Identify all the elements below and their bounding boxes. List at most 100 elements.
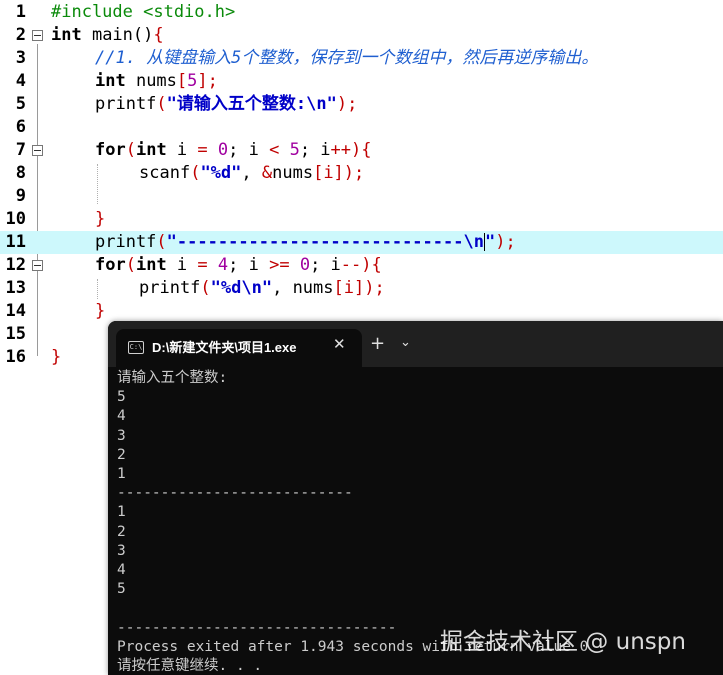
identifier: i xyxy=(166,140,198,160)
code-text: ; i xyxy=(299,140,331,160)
operator: & xyxy=(261,163,273,183)
paren: ( xyxy=(125,255,136,275)
indent-guide xyxy=(97,164,98,204)
terminal-icon: C:\ xyxy=(128,341,144,354)
function-call: scanf xyxy=(139,163,191,183)
brace: } xyxy=(95,301,106,321)
number-literal: 0 xyxy=(289,255,311,275)
keyword: int xyxy=(95,71,126,91)
code-line-9[interactable]: 9 xyxy=(0,185,723,208)
code-line-14[interactable]: 14 } xyxy=(0,300,723,323)
terminal-tab-bar: C:\ D:\新建文件夹\项目1.exe ✕ + ⌄ xyxy=(108,321,723,367)
string-literal: "请输入五个整数:\n" xyxy=(166,94,337,114)
string-literal: "%d\n" xyxy=(210,278,273,298)
line-number: 8 xyxy=(15,163,26,183)
line-number: 2 xyxy=(15,25,26,45)
function-signature: main() xyxy=(81,25,154,45)
number-literal: 4 xyxy=(207,255,229,275)
line-number: 1 xyxy=(15,2,26,22)
code-text: , nums xyxy=(272,278,334,298)
line-number: 12 xyxy=(5,255,26,275)
code-text: , xyxy=(241,163,262,183)
function-call: printf xyxy=(95,94,157,114)
paren: ( xyxy=(190,163,201,183)
bracket: [i]); xyxy=(313,163,365,183)
line-number: 14 xyxy=(5,301,26,321)
fold-minus-icon[interactable] xyxy=(32,145,43,156)
operator: >= xyxy=(269,255,290,275)
brace: } xyxy=(95,209,106,229)
operator: ++ xyxy=(330,140,352,160)
chevron-down-icon[interactable]: ⌄ xyxy=(400,335,411,350)
code-line-5[interactable]: 5 printf("请输入五个整数:\n"); xyxy=(0,93,723,116)
code-line-11-current[interactable]: 11 printf("----------------------------\… xyxy=(0,231,723,254)
new-tab-button[interactable]: + xyxy=(370,333,385,354)
comment: //1. 从键盘输入5个整数，保存到一个数组中，然后再逆序输出。 xyxy=(95,48,599,68)
brace: ){ xyxy=(351,140,372,160)
line-number: 15 xyxy=(5,324,26,344)
line-number: 3 xyxy=(15,48,26,68)
line-number: 9 xyxy=(15,186,26,206)
paren: ); xyxy=(336,94,358,114)
number-literal: 5 xyxy=(279,140,300,160)
terminal-tab[interactable]: C:\ D:\新建文件夹\项目1.exe ✕ xyxy=(116,329,362,367)
number-literal: 5 xyxy=(187,71,198,91)
paren: ( xyxy=(156,94,167,114)
line-number: 4 xyxy=(15,71,26,91)
line-number: 5 xyxy=(15,94,26,114)
identifier: i xyxy=(166,255,198,275)
operator: -- xyxy=(340,255,362,275)
code-line-4[interactable]: 4 int nums[5]; xyxy=(0,70,723,93)
line-number: 16 xyxy=(5,347,26,367)
keyword: for xyxy=(95,140,126,160)
code-line-7[interactable]: 7 for(int i = 0; i < 5; i++){ xyxy=(0,139,723,162)
code-text: ; i xyxy=(228,255,270,275)
close-icon[interactable]: ✕ xyxy=(333,335,346,353)
keyword: int xyxy=(51,25,82,45)
code-line-13[interactable]: 13 printf("%d\n", nums[i]); xyxy=(0,277,723,300)
code-line-3[interactable]: 3 //1. 从键盘输入5个整数，保存到一个数组中，然后再逆序输出。 xyxy=(0,47,723,70)
code-line-10[interactable]: 10 } xyxy=(0,208,723,231)
brace: { xyxy=(153,25,164,45)
keyword: int xyxy=(135,255,167,275)
function-call: printf xyxy=(139,278,201,298)
code-line-2[interactable]: 2 int main(){ xyxy=(0,24,723,47)
fold-minus-icon[interactable] xyxy=(32,30,43,41)
code-line-8[interactable]: 8 scanf("%d", &nums[i]); xyxy=(0,162,723,185)
line-number: 13 xyxy=(5,278,26,298)
number-literal: 0 xyxy=(207,140,229,160)
line-number: 6 xyxy=(15,117,26,137)
paren: ( xyxy=(125,140,136,160)
bracket: [i]); xyxy=(333,278,385,298)
identifier: nums xyxy=(272,163,314,183)
function-call: printf xyxy=(95,232,157,252)
paren: ( xyxy=(156,232,167,252)
string-literal: "----------------------------\n xyxy=(166,232,484,252)
string-literal: "%d" xyxy=(200,163,242,183)
preprocessor-directive: #include <stdio.h> xyxy=(51,2,236,22)
bracket: ]; xyxy=(197,71,218,91)
operator: < xyxy=(269,140,280,160)
watermark: 掘金技术社区 @ unspn xyxy=(440,629,686,655)
operator: = xyxy=(197,140,208,160)
code-line-6[interactable]: 6 xyxy=(0,116,723,139)
code-line-1[interactable]: 1 #include <stdio.h> xyxy=(0,1,723,24)
line-number: 10 xyxy=(5,209,26,229)
code-text: ; i xyxy=(310,255,341,275)
line-number: 11 xyxy=(5,232,26,252)
brace: } xyxy=(51,347,62,367)
tab-title: D:\新建文件夹\项目1.exe xyxy=(152,340,297,355)
indent-guide xyxy=(97,279,98,299)
bracket: [ xyxy=(176,71,188,91)
code-line-12[interactable]: 12 for(int i = 4; i >= 0; i--){ xyxy=(0,254,723,277)
operator: = xyxy=(197,255,208,275)
brace: ){ xyxy=(361,255,382,275)
keyword: for xyxy=(95,255,126,275)
keyword: int xyxy=(135,140,167,160)
string-literal: " xyxy=(484,232,496,252)
identifier: nums xyxy=(125,71,177,91)
code-text: ; i xyxy=(228,140,270,160)
fold-minus-icon[interactable] xyxy=(32,260,43,271)
paren: ); xyxy=(495,232,516,252)
paren: ( xyxy=(200,278,211,298)
